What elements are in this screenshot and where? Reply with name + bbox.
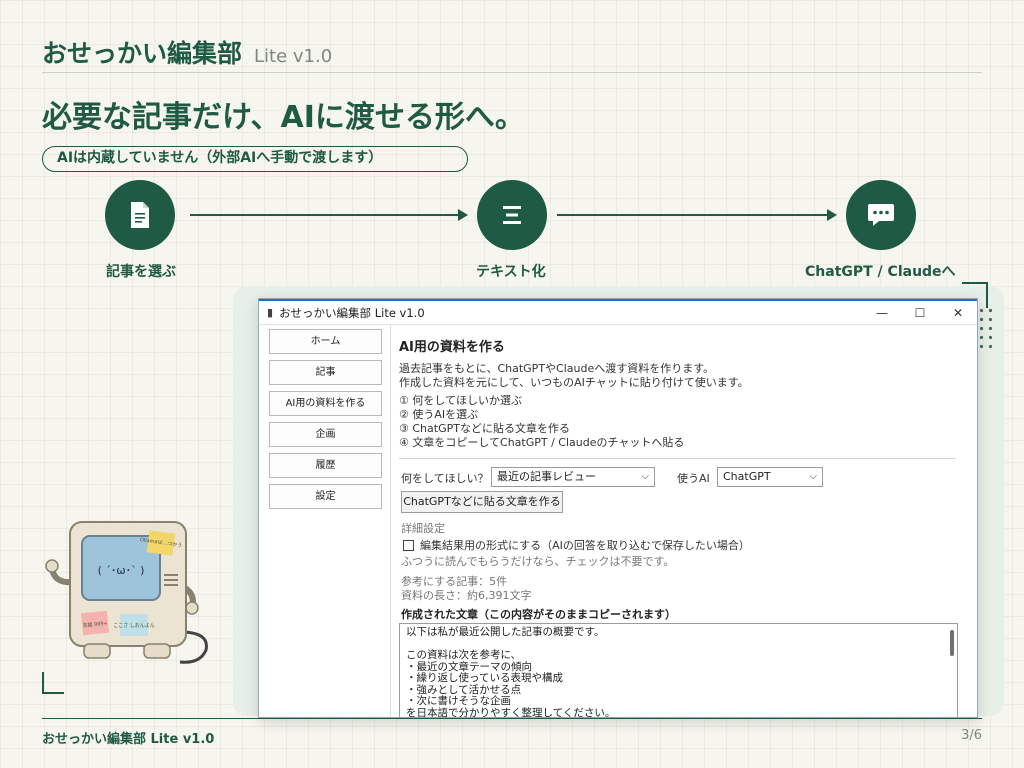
text-lines-icon bbox=[503, 206, 521, 224]
step-label-1: 記事を選ぶ bbox=[106, 264, 176, 280]
checkbox-note: ふつうに読んでもらうだけなら、チェックは不要です。 bbox=[401, 555, 675, 568]
app-window: ▮ おせっかい編集部 Lite v1.0 — ☐ ✕ ホーム 記事 AI用の資料… bbox=[258, 298, 978, 718]
format-checkbox-label[interactable]: 編集結果用の形式にする（AIの回答を取り込むで保存したい場合） bbox=[420, 537, 750, 553]
ai-select[interactable]: ChatGPT ⌵ bbox=[717, 467, 823, 487]
computer-mascot-illustration: ( ´･ω･` ) Ollamaは…つかう 支援 999+ ここさ しおんよん bbox=[45, 521, 208, 664]
page-title: AI用の資料を作る bbox=[399, 340, 505, 355]
step-to-chat bbox=[846, 180, 916, 250]
footer-title: おせっかい編集部 Lite v1.0 bbox=[42, 732, 215, 747]
nav-ai-material[interactable]: AI用の資料を作る bbox=[269, 391, 382, 416]
advanced-settings-label: 詳細設定 bbox=[401, 522, 445, 535]
brand: おせっかい編集部 Lite v1.0 bbox=[42, 34, 332, 70]
nav-home[interactable]: ホーム bbox=[269, 329, 382, 354]
nav-settings[interactable]: 設定 bbox=[269, 484, 382, 509]
output-line: ・次に書けそうな企画 bbox=[406, 695, 511, 707]
step-label-3: ChatGPT / Claudeへ bbox=[805, 264, 956, 280]
format-checkbox[interactable] bbox=[403, 540, 414, 551]
output-line: この資料は次を参考に、 bbox=[406, 649, 522, 661]
generate-button[interactable]: ChatGPTなどに貼る文章を作る bbox=[401, 491, 563, 513]
mascot-face: ( ´･ω･` ) bbox=[98, 564, 145, 577]
headline: 必要な記事だけ、AIに渡せる形へ。 bbox=[42, 100, 525, 135]
top-divider bbox=[42, 72, 982, 73]
chevron-down-icon: ⌵ bbox=[809, 471, 817, 482]
main-content: AI用の資料を作る 過去記事をもとに、ChatGPTやClaudeへ渡す資料を作… bbox=[399, 325, 959, 717]
intro-line-2: 作成した資料を元にして、いつものAIチャットに貼り付けて使います。 bbox=[399, 376, 749, 389]
bottom-divider bbox=[42, 718, 982, 719]
corner-bracket-bottom bbox=[42, 672, 64, 694]
brand-version: Lite v1.0 bbox=[254, 46, 333, 67]
step-to-text bbox=[477, 180, 547, 250]
section-divider bbox=[399, 458, 956, 459]
title-bar: ▮ おせっかい編集部 Lite v1.0 — ☐ ✕ bbox=[259, 299, 977, 325]
step-select-articles bbox=[105, 180, 175, 250]
output-line: ・繰り返し使っている表現や構成 bbox=[406, 672, 563, 684]
maximize-button[interactable]: ☐ bbox=[901, 306, 939, 320]
chevron-down-icon: ⌵ bbox=[641, 471, 649, 482]
material-length: 資料の長さ：約6,391文字 bbox=[401, 589, 532, 602]
step-label-2: テキスト化 bbox=[476, 264, 546, 280]
brand-name: おせっかい編集部 bbox=[42, 39, 243, 68]
notice-pill: AIは内蔵していません（外部AIへ手動で渡します） bbox=[42, 146, 468, 172]
sidebar: ホーム 記事 AI用の資料を作る 企画 履歴 設定 bbox=[259, 325, 391, 717]
ai-label: 使うAI bbox=[677, 472, 710, 485]
ai-select-value: ChatGPT bbox=[723, 470, 771, 483]
window-title: おせっかい編集部 Lite v1.0 bbox=[279, 305, 425, 320]
nav-history[interactable]: 履歴 bbox=[269, 453, 382, 478]
flow-arrow-1 bbox=[190, 209, 468, 221]
step-instruction-4: ④ 文章をコピーしてChatGPT / Claudeのチャットへ貼る bbox=[399, 436, 685, 449]
nav-articles[interactable]: 記事 bbox=[269, 360, 382, 385]
chat-bubble-icon bbox=[868, 204, 894, 226]
app-icon: ▮ bbox=[267, 306, 274, 319]
window-controls: — ☐ ✕ bbox=[863, 306, 977, 320]
document-icon bbox=[131, 202, 149, 228]
purpose-select-value: 最近の記事レビュー bbox=[497, 470, 596, 483]
nav-planning[interactable]: 企画 bbox=[269, 422, 382, 447]
output-line: 以下は私が最近公開した記事の概要です。 bbox=[406, 626, 605, 638]
output-textarea[interactable]: 以下は私が最近公開した記事の概要です。 この資料は次を参考に、 ・最近の文章テー… bbox=[399, 623, 958, 718]
output-title: 作成された文章（この内容がそのままコピーされます） bbox=[401, 608, 676, 621]
purpose-select[interactable]: 最近の記事レビュー ⌵ bbox=[491, 467, 655, 487]
close-button[interactable]: ✕ bbox=[939, 306, 977, 320]
output-line: を日本語で分かりやすく整理してください。 bbox=[406, 706, 616, 718]
purpose-label: 何をしてほしい？ bbox=[401, 472, 489, 485]
scrollbar-thumb[interactable] bbox=[950, 630, 954, 656]
page-number: 3/6 bbox=[961, 728, 982, 743]
minimize-button[interactable]: — bbox=[863, 306, 901, 320]
sticky-note-right: ここさ しおんよん bbox=[113, 622, 155, 629]
flow-arrow-2 bbox=[557, 209, 837, 221]
